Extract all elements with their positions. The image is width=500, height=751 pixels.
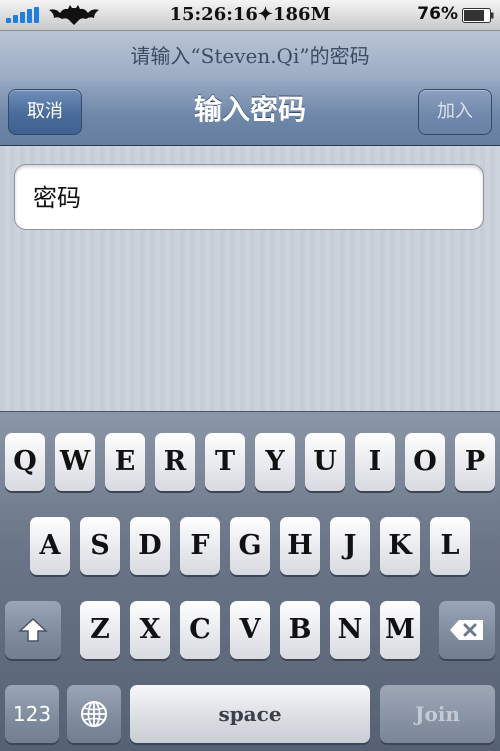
key-i[interactable]: I	[355, 433, 395, 491]
join-button[interactable]: 加入	[418, 89, 492, 135]
key-f[interactable]: F	[180, 517, 220, 575]
key-s[interactable]: S	[80, 517, 120, 575]
key-e[interactable]: E	[105, 433, 145, 491]
form-area	[0, 146, 500, 411]
password-field-container[interactable]	[14, 164, 484, 231]
key-g[interactable]: G	[230, 517, 270, 575]
shift-key[interactable]	[5, 601, 61, 659]
space-key[interactable]: space	[130, 685, 370, 743]
password-input[interactable]	[31, 165, 465, 231]
cancel-button[interactable]: 取消	[8, 89, 82, 135]
keyboard: Q W E R T Y U I O P A S D F G H J K L Z …	[0, 411, 500, 751]
key-u[interactable]: U	[305, 433, 345, 491]
key-j[interactable]: J	[330, 517, 370, 575]
globe-icon	[81, 701, 107, 727]
status-bar: 15:26:16✦186M 76%	[0, 0, 500, 31]
key-c[interactable]: C	[180, 601, 220, 659]
key-o[interactable]: O	[405, 433, 445, 491]
key-p[interactable]: P	[455, 433, 495, 491]
key-d[interactable]: D	[130, 517, 170, 575]
key-x[interactable]: X	[130, 601, 170, 659]
key-n[interactable]: N	[330, 601, 370, 659]
keyboard-join-key[interactable]: Join	[380, 685, 495, 743]
key-m[interactable]: M	[380, 601, 420, 659]
key-y[interactable]: Y	[255, 433, 295, 491]
key-l[interactable]: L	[430, 517, 470, 575]
key-z[interactable]: Z	[80, 601, 120, 659]
key-w[interactable]: W	[55, 433, 95, 491]
key-k[interactable]: K	[380, 517, 420, 575]
key-r[interactable]: R	[155, 433, 195, 491]
key-t[interactable]: T	[205, 433, 245, 491]
globe-key[interactable]	[67, 685, 121, 743]
delete-key[interactable]	[439, 601, 495, 659]
key-b[interactable]: B	[280, 601, 320, 659]
battery-icon	[462, 8, 494, 23]
backspace-icon	[450, 620, 483, 640]
network-prompt: 请输入“Steven.Qi”的密码	[0, 31, 500, 81]
key-q[interactable]: Q	[5, 433, 45, 491]
key-v[interactable]: V	[230, 601, 270, 659]
key-a[interactable]: A	[30, 517, 70, 575]
shift-arrow-icon	[18, 617, 48, 642]
key-h[interactable]: H	[280, 517, 320, 575]
numbers-key[interactable]: 123	[5, 685, 59, 743]
navigation-bar: 输入密码 取消 加入	[0, 81, 500, 146]
battery-percentage: 76%	[417, 4, 458, 24]
